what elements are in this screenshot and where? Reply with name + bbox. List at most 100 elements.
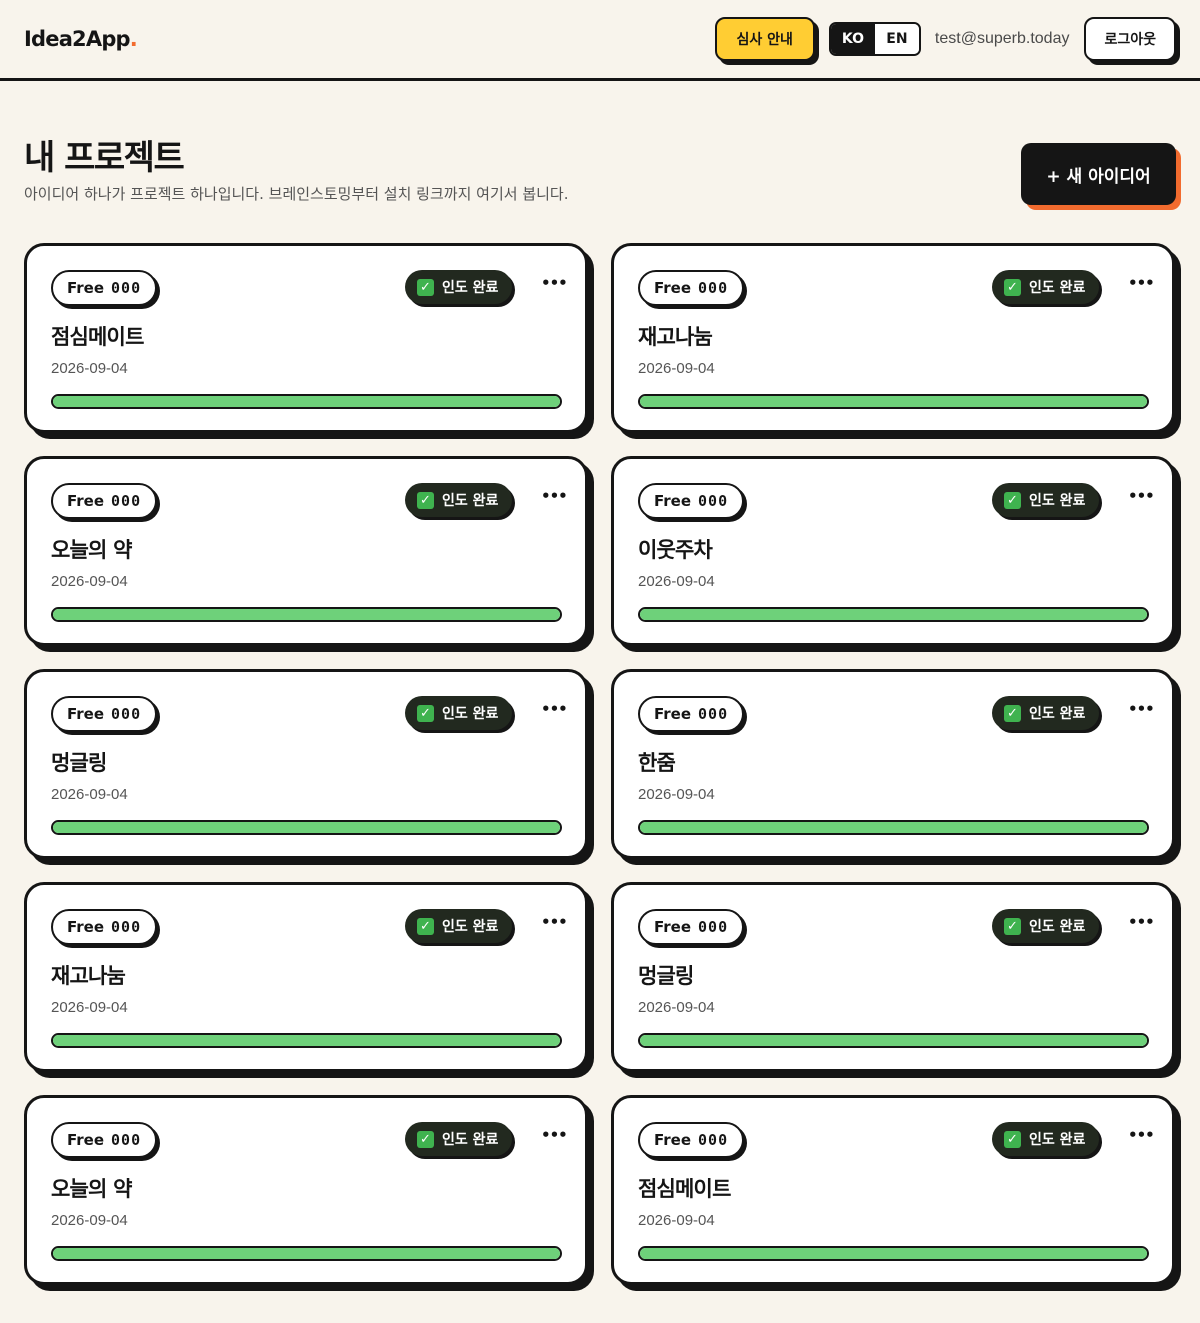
plan-code: 000 [111,705,142,723]
project-date: 2026-09-04 [638,999,715,1016]
status-badge: ✓ 인도 완료 [992,909,1100,943]
plan-label: Free [654,279,692,297]
project-date: 2026-09-04 [638,786,715,803]
more-icon[interactable]: ••• [1128,913,1155,931]
plan-label: Free [67,1131,105,1149]
plan-label: Free [67,918,105,936]
status-badge: ✓ 인도 완료 [992,270,1100,304]
check-icon: ✓ [1004,917,1021,935]
logo[interactable]: Idea2App. [24,27,138,51]
plan-label: Free [654,1131,692,1149]
project-card[interactable]: Free 000 ✓ 인도 완료 ••• 점심메이트 2026-09-04 [611,1095,1175,1285]
plan-badge: Free 000 [638,270,745,306]
more-icon[interactable]: ••• [541,700,568,718]
progress-bar [51,820,562,835]
project-title: 점심메이트 [51,325,144,349]
more-icon[interactable]: ••• [1128,1126,1155,1144]
progress-bar [638,1033,1149,1048]
progress-bar [638,1246,1149,1261]
project-card[interactable]: Free 000 ✓ 인도 완료 ••• 멍글링 2026-09-04 [611,882,1175,1072]
status-label: 인도 완료 [1029,280,1086,296]
plan-badge: Free 000 [51,1122,158,1158]
plan-label: Free [67,492,105,510]
project-title: 멍글링 [51,751,107,775]
check-icon: ✓ [417,704,434,722]
project-card[interactable]: Free 000 ✓ 인도 완료 ••• 이웃주차 2026-09-04 [611,456,1175,646]
progress-bar [638,607,1149,622]
page-subtitle: 아이디어 하나가 프로젝트 하나입니다. 브레인스토밍부터 설치 링크까지 여기… [24,185,569,203]
project-card[interactable]: Free 000 ✓ 인도 완료 ••• 오늘의 약 2026-09-04 [24,1095,588,1285]
status-badge: ✓ 인도 완료 [405,696,513,730]
more-icon[interactable]: ••• [1128,487,1155,505]
plan-code: 000 [111,492,142,510]
plan-badge: Free 000 [638,1122,745,1158]
progress-bar [638,394,1149,409]
status-label: 인도 완료 [442,1132,499,1148]
progress-bar [51,1033,562,1048]
project-title: 이웃주차 [638,538,713,562]
plan-code: 000 [698,705,729,723]
more-icon[interactable]: ••• [1128,274,1155,292]
more-icon[interactable]: ••• [541,913,568,931]
review-guide-button[interactable]: 심사 안내 [714,17,815,61]
status-label: 인도 완료 [1029,493,1086,509]
new-idea-button[interactable]: + 새 아이디어 [1021,143,1176,205]
project-date: 2026-09-04 [51,360,128,377]
status-badge: ✓ 인도 완료 [992,483,1100,517]
user-email: test@superb.today [934,30,1070,47]
progress-fill [640,1248,1147,1259]
project-date: 2026-09-04 [638,360,715,377]
status-badge: ✓ 인도 완료 [405,483,513,517]
plan-label: Free [654,705,692,723]
plan-label: Free [67,705,105,723]
more-icon[interactable]: ••• [541,274,568,292]
check-icon: ✓ [417,917,434,935]
project-card[interactable]: Free 000 ✓ 인도 완료 ••• 재고나눔 2026-09-04 [611,243,1175,433]
status-badge: ✓ 인도 완료 [992,696,1100,730]
plan-code: 000 [111,918,142,936]
status-label: 인도 완료 [442,280,499,296]
project-card[interactable]: Free 000 ✓ 인도 완료 ••• 재고나눔 2026-09-04 [24,882,588,1072]
project-card[interactable]: Free 000 ✓ 인도 완료 ••• 오늘의 약 2026-09-04 [24,456,588,646]
plan-badge: Free 000 [638,696,745,732]
project-card[interactable]: Free 000 ✓ 인도 완료 ••• 점심메이트 2026-09-04 [24,243,588,433]
plan-badge: Free 000 [51,270,158,306]
language-toggle: KO EN [828,22,921,56]
page-title: 내 프로젝트 [24,138,185,178]
status-badge: ✓ 인도 완료 [405,270,513,304]
status-label: 인도 완료 [442,706,499,722]
plan-code: 000 [698,1131,729,1149]
lang-ko-button[interactable]: KO [830,24,875,54]
progress-fill [53,396,560,407]
check-icon: ✓ [1004,278,1021,296]
status-badge: ✓ 인도 완료 [405,909,513,943]
project-card[interactable]: Free 000 ✓ 인도 완료 ••• 멍글링 2026-09-04 [24,669,588,859]
more-icon[interactable]: ••• [1128,700,1155,718]
status-label: 인도 완료 [1029,1132,1086,1148]
status-badge: ✓ 인도 완료 [992,1122,1100,1156]
progress-fill [640,1035,1147,1046]
progress-fill [640,396,1147,407]
progress-bar [51,394,562,409]
project-date: 2026-09-04 [638,1212,715,1229]
more-icon[interactable]: ••• [541,1126,568,1144]
status-label: 인도 완료 [442,919,499,935]
progress-fill [640,609,1147,620]
plan-badge: Free 000 [638,483,745,519]
project-card[interactable]: Free 000 ✓ 인도 완료 ••• 한줌 2026-09-04 [611,669,1175,859]
progress-fill [53,822,560,833]
plan-code: 000 [111,279,142,297]
status-label: 인도 완료 [1029,919,1086,935]
more-icon[interactable]: ••• [541,487,568,505]
lang-en-button[interactable]: EN [874,24,919,54]
check-icon: ✓ [417,491,434,509]
project-date: 2026-09-04 [51,999,128,1016]
logout-button[interactable]: 로그아웃 [1084,17,1176,61]
check-icon: ✓ [1004,491,1021,509]
check-icon: ✓ [1004,704,1021,722]
progress-fill [640,822,1147,833]
plan-label: Free [654,918,692,936]
top-header: Idea2App. 심사 안내 KO EN test@superb.today … [0,0,1200,81]
project-date: 2026-09-04 [51,573,128,590]
progress-bar [51,607,562,622]
